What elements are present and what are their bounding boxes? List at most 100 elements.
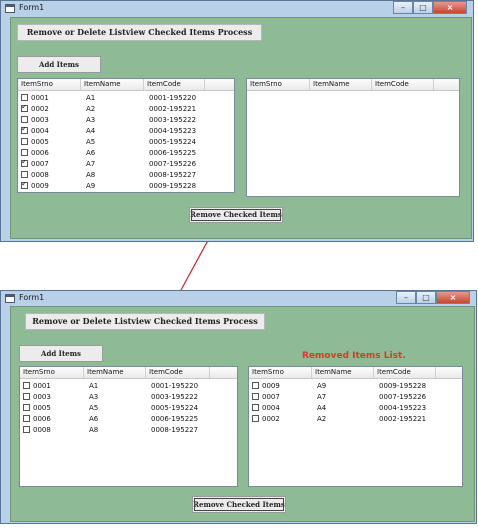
minimize-button[interactable]: – [396,291,416,304]
items-listview[interactable]: ItemSrno ItemName ItemCode 0001 A1 0001-19… [17,78,235,193]
form-icon [5,294,15,303]
column-header-srno[interactable]: ItemSrno [18,79,81,90]
checkbox-checked-icon[interactable] [21,105,28,112]
list-item[interactable]: 0003 A3 0003-195222 [20,391,237,402]
list-item[interactable]: 0009 A9 0009-195228 [249,380,462,391]
code-cell: 0003-195222 [151,392,199,401]
list-item[interactable]: 0005 A5 0005-195224 [20,402,237,413]
list-item[interactable]: 0006 A6 0006-195225 [20,413,237,424]
items-listview[interactable]: ItemSrno ItemName ItemCode 0001 A1 0001-19… [19,366,238,487]
add-items-button[interactable]: Add Items [17,56,101,73]
code-cell: 0003-195222 [149,115,197,124]
srno-text: 0008 [33,425,51,434]
checkbox-unchecked-icon[interactable] [252,404,259,411]
column-header-srno[interactable]: ItemSrno [247,79,310,90]
list-item[interactable]: 0005 A5 0005-195224 [18,136,234,147]
code-cell: 0006-195225 [151,414,199,423]
srno-cell: 0001 [20,382,84,390]
column-header-name[interactable]: ItemName [84,367,146,378]
name-cell: A1 [89,381,99,390]
minimize-button[interactable]: – [393,1,413,14]
column-header-name[interactable]: ItemName [310,79,372,90]
code-cell: 0007-195226 [379,392,427,401]
srno-cell: 0009 [18,182,81,190]
column-header-srno[interactable]: ItemSrno [20,367,84,378]
name-cell: A8 [86,170,96,179]
list-item[interactable]: 0004 A4 0004-195223 [18,125,234,136]
checkbox-unchecked-icon[interactable] [252,393,259,400]
list-item[interactable]: 0009 A9 0009-195228 [18,180,234,191]
column-header-name[interactable]: ItemName [81,79,144,90]
column-header-code[interactable]: ItemCode [146,367,210,378]
form-client-area: Remove or Delete Listview Checked Items … [10,306,475,522]
list-item[interactable]: 0001 A1 0001-195220 [20,380,237,391]
close-button[interactable]: × [433,1,467,14]
listview-header: ItemSrno ItemName ItemCode [20,367,237,379]
removed-items-caption: Removed Items List. [302,351,406,361]
checkbox-unchecked-icon[interactable] [21,116,28,123]
code-cell: 0002-195221 [379,414,427,423]
list-item[interactable]: 0003 A3 0003-195222 [18,114,234,125]
form-window-before: Form1 – □ × Remove or Delete Listview Ch… [0,0,474,242]
maximize-button[interactable]: □ [416,291,436,304]
close-button[interactable]: × [436,291,470,304]
checkbox-unchecked-icon[interactable] [23,382,30,389]
checkbox-unchecked-icon[interactable] [23,415,30,422]
list-item[interactable]: 0008 A8 0008-195227 [18,169,234,180]
listview-header: ItemSrno ItemName ItemCode [247,79,459,91]
name-cell: A9 [86,181,96,190]
code-cell: 0001-195220 [149,93,197,102]
checkbox-checked-icon[interactable] [21,127,28,134]
list-item[interactable]: 0002 A2 0002-195221 [18,103,234,114]
listview-body: 0001 A1 0001-195220 0002 A2 0002-195221 0003 A3… [18,91,234,191]
list-item[interactable]: 0006 A6 0006-195225 [18,147,234,158]
srno-text: 0006 [33,414,51,423]
checkbox-unchecked-icon[interactable] [21,94,28,101]
list-item[interactable]: 0008 A8 0008-195227 [20,424,237,435]
maximize-button[interactable]: □ [413,1,433,14]
srno-text: 0003 [31,115,49,124]
column-header-filler [434,79,459,90]
title-bar[interactable]: Form1 – □ × [1,1,473,17]
code-cell: 0005-195224 [151,403,199,412]
checkbox-unchecked-icon[interactable] [252,382,259,389]
name-cell: A6 [89,414,99,423]
checkbox-unchecked-icon[interactable] [21,138,28,145]
column-header-srno[interactable]: ItemSrno [249,367,312,378]
srno-text: 0007 [31,159,49,168]
removed-items-listview[interactable]: ItemSrno ItemName ItemCode 0009 A9 0009-19… [248,366,463,487]
name-cell: A6 [86,148,96,157]
checkbox-checked-icon[interactable] [21,182,28,189]
title-bar[interactable]: Form1 – □ × [1,291,476,307]
srno-cell: 0004 [18,127,81,135]
checkbox-unchecked-icon[interactable] [21,171,28,178]
column-header-name[interactable]: ItemName [312,367,374,378]
checkbox-unchecked-icon[interactable] [23,404,30,411]
name-cell: A9 [317,381,327,390]
checkbox-unchecked-icon[interactable] [23,426,30,433]
column-header-code[interactable]: ItemCode [144,79,205,90]
list-item[interactable]: 0004 A4 0004-195223 [249,402,462,413]
list-item[interactable]: 0007 A7 0007-195226 [249,391,462,402]
removed-items-listview[interactable]: ItemSrno ItemName ItemCode [246,78,460,197]
list-item[interactable]: 0001 A1 0001-195220 [18,92,234,103]
name-cell: A3 [86,115,96,124]
srno-cell: 0008 [20,426,84,434]
checkbox-unchecked-icon[interactable] [252,415,259,422]
checkbox-unchecked-icon[interactable] [23,393,30,400]
remove-checked-items-button[interactable]: Remove Checked Items [189,207,283,223]
list-item[interactable]: 0002 A2 0002-195221 [249,413,462,424]
title-label: Remove or Delete Listview Checked Items … [17,24,262,41]
add-items-button[interactable]: Add Items [19,345,103,362]
checkbox-checked-icon[interactable] [21,160,28,167]
column-header-code[interactable]: ItemCode [374,367,436,378]
srno-cell: 0007 [18,160,81,168]
list-item[interactable]: 0007 A7 0007-195226 [18,158,234,169]
checkbox-unchecked-icon[interactable] [21,149,28,156]
srno-cell: 0003 [20,393,84,401]
remove-checked-items-button[interactable]: Remove Checked Items [192,496,286,513]
listview-body: 0009 A9 0009-195228 0007 A7 0007-195226 0004 A4… [249,379,462,424]
name-cell: A8 [89,425,99,434]
column-header-code[interactable]: ItemCode [372,79,434,90]
name-cell: A7 [86,159,96,168]
